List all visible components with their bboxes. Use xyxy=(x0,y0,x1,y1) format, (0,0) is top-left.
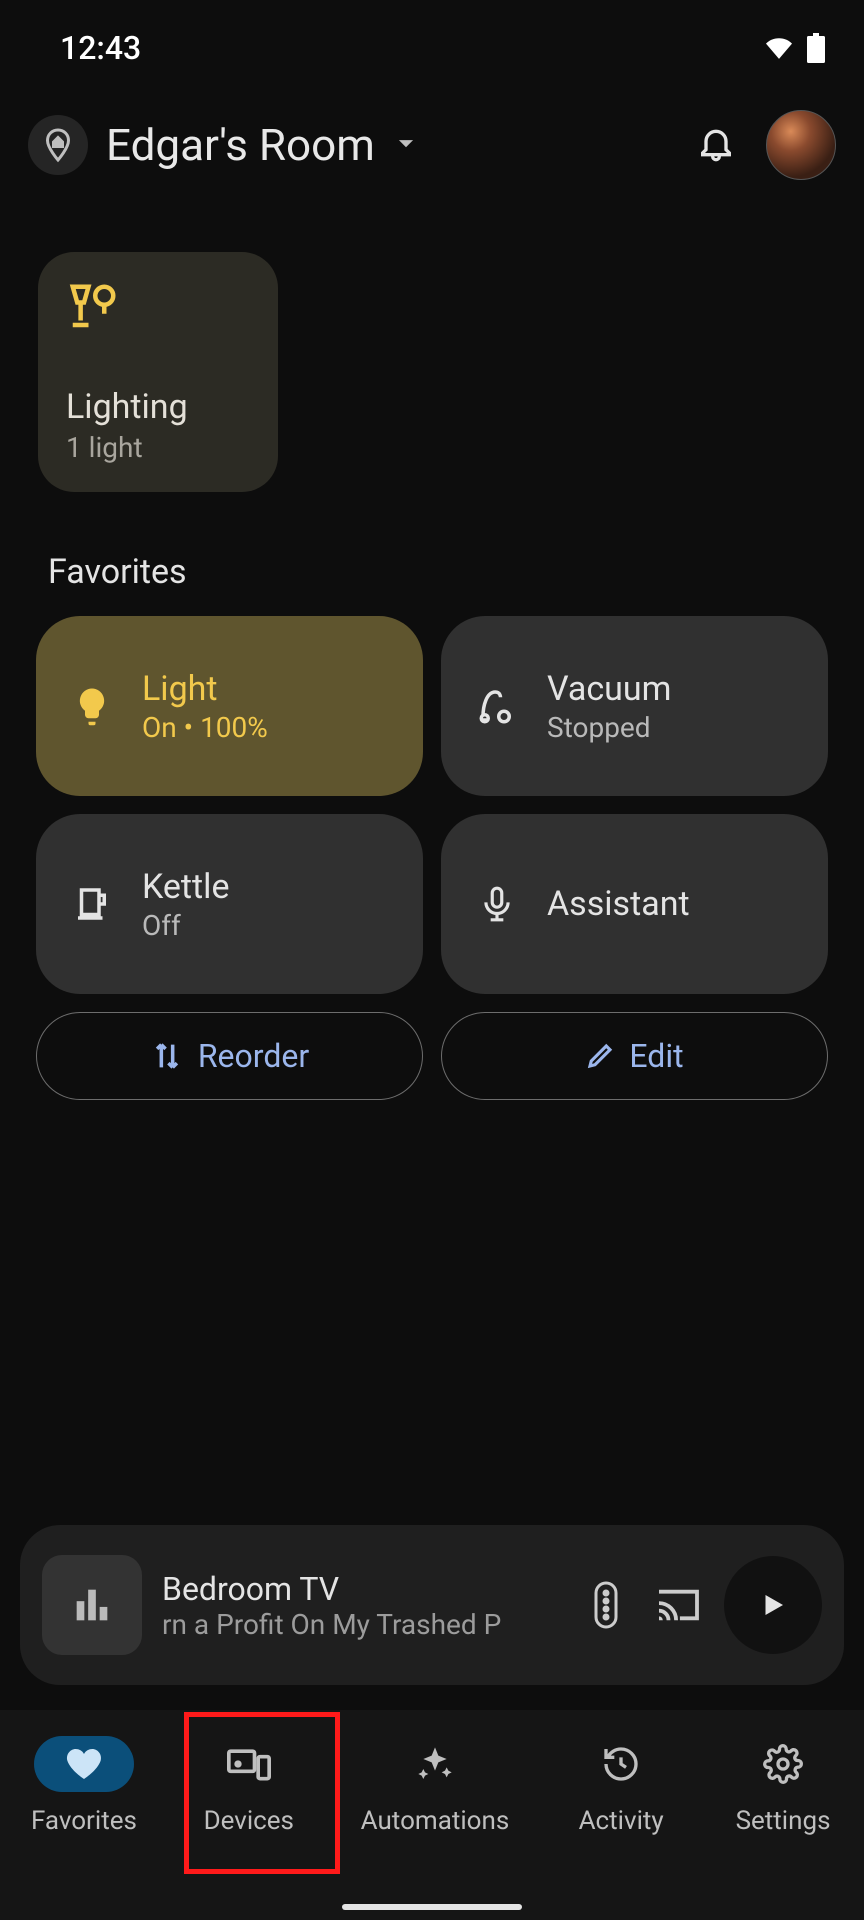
play-button[interactable] xyxy=(724,1556,822,1654)
bottom-nav: Favorites Devices Automations Activity S… xyxy=(0,1710,864,1920)
equalizer-icon xyxy=(69,1582,115,1628)
nav-automations[interactable]: Automations xyxy=(361,1736,510,1836)
reorder-button[interactable]: Reorder xyxy=(36,1012,423,1100)
favorites-actions: Reorder Edit xyxy=(0,994,864,1118)
reorder-label: Reorder xyxy=(198,1037,309,1075)
nav-devices[interactable]: Devices xyxy=(199,1736,299,1836)
sparkle-icon xyxy=(415,1744,455,1784)
status-bar: 12:43 xyxy=(0,0,864,78)
lamp-icon xyxy=(66,280,250,338)
media-device: Bedroom TV xyxy=(162,1570,560,1608)
wifi-icon xyxy=(762,35,796,61)
notifications-button[interactable] xyxy=(696,123,736,167)
status-icons xyxy=(762,33,826,63)
cast-icon xyxy=(655,1586,701,1624)
mic-icon xyxy=(467,885,527,923)
category-subtitle: 1 light xyxy=(66,431,250,464)
gesture-bar[interactable] xyxy=(342,1904,522,1910)
battery-icon xyxy=(806,33,826,63)
nav-label: Settings xyxy=(736,1806,831,1836)
pencil-icon xyxy=(585,1041,615,1071)
app-header: Edgar's Room xyxy=(0,78,864,200)
category-title: Lighting xyxy=(66,387,250,427)
room-selector[interactable]: Edgar's Room xyxy=(106,119,375,171)
gear-icon xyxy=(763,1744,803,1784)
favorites-grid: Light On • 100% Vacuum Stopped Kettle Of… xyxy=(0,616,864,994)
vacuum-icon xyxy=(467,685,527,727)
favorite-title: Vacuum xyxy=(547,669,671,709)
play-icon xyxy=(758,1590,788,1620)
edit-label: Edit xyxy=(629,1037,683,1075)
favorite-kettle-card[interactable]: Kettle Off xyxy=(36,814,423,994)
nav-label: Devices xyxy=(204,1806,294,1836)
heart-icon xyxy=(64,1744,104,1784)
media-thumbnail xyxy=(42,1555,142,1655)
profile-avatar[interactable] xyxy=(766,110,836,180)
kettle-icon xyxy=(62,883,122,925)
favorite-title: Assistant xyxy=(547,884,690,924)
favorite-vacuum-card[interactable]: Vacuum Stopped xyxy=(441,616,828,796)
devices-icon xyxy=(227,1744,271,1784)
nav-settings[interactable]: Settings xyxy=(733,1736,833,1836)
nav-label: Favorites xyxy=(31,1806,137,1836)
chevron-down-icon[interactable] xyxy=(389,126,423,164)
bulb-icon xyxy=(62,685,122,727)
nav-label: Activity xyxy=(579,1806,664,1836)
favorite-status: Stopped xyxy=(547,711,671,744)
favorite-status: On • 100% xyxy=(142,711,268,744)
favorites-heading: Favorites xyxy=(0,492,864,616)
edit-button[interactable]: Edit xyxy=(441,1012,828,1100)
media-player-card[interactable]: Bedroom TV rn a Profit On My Trashed P xyxy=(20,1525,844,1685)
category-lighting-card[interactable]: Lighting 1 light xyxy=(38,252,278,492)
reorder-icon xyxy=(150,1039,184,1073)
favorite-title: Light xyxy=(142,669,268,709)
home-location-icon[interactable] xyxy=(28,115,88,175)
status-time: 12:43 xyxy=(60,29,141,67)
cast-button[interactable] xyxy=(652,1586,704,1624)
remote-icon xyxy=(593,1581,619,1629)
favorite-title: Kettle xyxy=(142,867,229,907)
favorite-status: Off xyxy=(142,909,229,942)
history-icon xyxy=(601,1744,641,1784)
nav-activity[interactable]: Activity xyxy=(571,1736,671,1836)
favorite-assistant-card[interactable]: Assistant xyxy=(441,814,828,994)
nav-favorites[interactable]: Favorites xyxy=(31,1736,137,1836)
media-track: rn a Profit On My Trashed P xyxy=(162,1608,560,1641)
remote-button[interactable] xyxy=(580,1581,632,1629)
favorite-light-card[interactable]: Light On • 100% xyxy=(36,616,423,796)
nav-label: Automations xyxy=(361,1806,510,1836)
